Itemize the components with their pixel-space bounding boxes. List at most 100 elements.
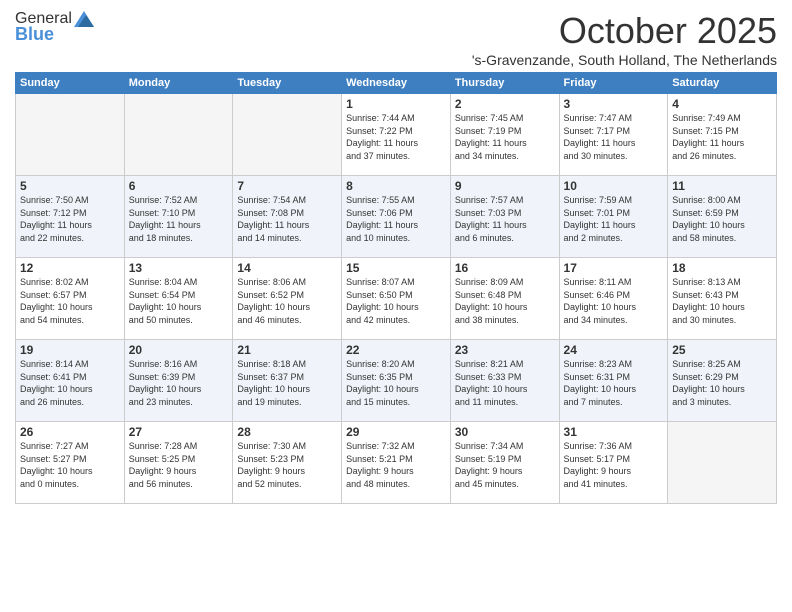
day-number: 7	[237, 179, 337, 193]
logo-blue-text: Blue	[15, 24, 54, 45]
day-number: 10	[564, 179, 664, 193]
day-number: 14	[237, 261, 337, 275]
day-info: Sunrise: 7:59 AM Sunset: 7:01 PM Dayligh…	[564, 194, 664, 244]
day-number: 26	[20, 425, 120, 439]
day-number: 19	[20, 343, 120, 357]
table-row: 6Sunrise: 7:52 AM Sunset: 7:10 PM Daylig…	[124, 176, 233, 258]
header-sunday: Sunday	[16, 73, 125, 94]
table-row: 30Sunrise: 7:34 AM Sunset: 5:19 PM Dayli…	[450, 422, 559, 504]
day-info: Sunrise: 8:21 AM Sunset: 6:33 PM Dayligh…	[455, 358, 555, 408]
day-info: Sunrise: 7:54 AM Sunset: 7:08 PM Dayligh…	[237, 194, 337, 244]
logo: General Blue	[15, 10, 94, 45]
table-row: 22Sunrise: 8:20 AM Sunset: 6:35 PM Dayli…	[342, 340, 451, 422]
day-number: 28	[237, 425, 337, 439]
header-tuesday: Tuesday	[233, 73, 342, 94]
header-saturday: Saturday	[668, 73, 777, 94]
table-row: 5Sunrise: 7:50 AM Sunset: 7:12 PM Daylig…	[16, 176, 125, 258]
table-row	[16, 94, 125, 176]
day-number: 30	[455, 425, 555, 439]
location-title: 's-Gravenzande, South Holland, The Nethe…	[472, 52, 777, 68]
day-info: Sunrise: 8:00 AM Sunset: 6:59 PM Dayligh…	[672, 194, 772, 244]
calendar-week-row: 26Sunrise: 7:27 AM Sunset: 5:27 PM Dayli…	[16, 422, 777, 504]
table-row: 10Sunrise: 7:59 AM Sunset: 7:01 PM Dayli…	[559, 176, 668, 258]
day-number: 31	[564, 425, 664, 439]
day-info: Sunrise: 8:02 AM Sunset: 6:57 PM Dayligh…	[20, 276, 120, 326]
header-wednesday: Wednesday	[342, 73, 451, 94]
day-info: Sunrise: 8:16 AM Sunset: 6:39 PM Dayligh…	[129, 358, 229, 408]
day-number: 23	[455, 343, 555, 357]
table-row: 3Sunrise: 7:47 AM Sunset: 7:17 PM Daylig…	[559, 94, 668, 176]
day-number: 11	[672, 179, 772, 193]
table-row: 21Sunrise: 8:18 AM Sunset: 6:37 PM Dayli…	[233, 340, 342, 422]
day-number: 24	[564, 343, 664, 357]
table-row: 8Sunrise: 7:55 AM Sunset: 7:06 PM Daylig…	[342, 176, 451, 258]
day-number: 13	[129, 261, 229, 275]
day-info: Sunrise: 8:23 AM Sunset: 6:31 PM Dayligh…	[564, 358, 664, 408]
day-number: 15	[346, 261, 446, 275]
table-row: 28Sunrise: 7:30 AM Sunset: 5:23 PM Dayli…	[233, 422, 342, 504]
table-row: 15Sunrise: 8:07 AM Sunset: 6:50 PM Dayli…	[342, 258, 451, 340]
day-info: Sunrise: 8:25 AM Sunset: 6:29 PM Dayligh…	[672, 358, 772, 408]
logo-icon	[74, 11, 94, 27]
day-info: Sunrise: 7:45 AM Sunset: 7:19 PM Dayligh…	[455, 112, 555, 162]
day-number: 3	[564, 97, 664, 111]
table-row: 2Sunrise: 7:45 AM Sunset: 7:19 PM Daylig…	[450, 94, 559, 176]
day-info: Sunrise: 7:52 AM Sunset: 7:10 PM Dayligh…	[129, 194, 229, 244]
table-row: 29Sunrise: 7:32 AM Sunset: 5:21 PM Dayli…	[342, 422, 451, 504]
day-info: Sunrise: 8:11 AM Sunset: 6:46 PM Dayligh…	[564, 276, 664, 326]
header: General Blue October 2025 's-Gravenzande…	[15, 10, 777, 68]
day-number: 4	[672, 97, 772, 111]
table-row: 11Sunrise: 8:00 AM Sunset: 6:59 PM Dayli…	[668, 176, 777, 258]
table-row	[668, 422, 777, 504]
table-row: 20Sunrise: 8:16 AM Sunset: 6:39 PM Dayli…	[124, 340, 233, 422]
day-number: 17	[564, 261, 664, 275]
day-number: 29	[346, 425, 446, 439]
day-info: Sunrise: 7:55 AM Sunset: 7:06 PM Dayligh…	[346, 194, 446, 244]
table-row: 9Sunrise: 7:57 AM Sunset: 7:03 PM Daylig…	[450, 176, 559, 258]
day-info: Sunrise: 7:28 AM Sunset: 5:25 PM Dayligh…	[129, 440, 229, 490]
day-number: 5	[20, 179, 120, 193]
table-row: 25Sunrise: 8:25 AM Sunset: 6:29 PM Dayli…	[668, 340, 777, 422]
calendar-week-row: 19Sunrise: 8:14 AM Sunset: 6:41 PM Dayli…	[16, 340, 777, 422]
day-number: 8	[346, 179, 446, 193]
day-number: 27	[129, 425, 229, 439]
page: General Blue October 2025 's-Gravenzande…	[0, 0, 792, 612]
day-info: Sunrise: 7:27 AM Sunset: 5:27 PM Dayligh…	[20, 440, 120, 490]
calendar-table: Sunday Monday Tuesday Wednesday Thursday…	[15, 72, 777, 504]
day-info: Sunrise: 8:07 AM Sunset: 6:50 PM Dayligh…	[346, 276, 446, 326]
day-info: Sunrise: 8:13 AM Sunset: 6:43 PM Dayligh…	[672, 276, 772, 326]
day-number: 21	[237, 343, 337, 357]
day-info: Sunrise: 7:44 AM Sunset: 7:22 PM Dayligh…	[346, 112, 446, 162]
table-row: 13Sunrise: 8:04 AM Sunset: 6:54 PM Dayli…	[124, 258, 233, 340]
day-info: Sunrise: 7:30 AM Sunset: 5:23 PM Dayligh…	[237, 440, 337, 490]
day-info: Sunrise: 7:47 AM Sunset: 7:17 PM Dayligh…	[564, 112, 664, 162]
day-info: Sunrise: 7:34 AM Sunset: 5:19 PM Dayligh…	[455, 440, 555, 490]
header-thursday: Thursday	[450, 73, 559, 94]
day-info: Sunrise: 8:09 AM Sunset: 6:48 PM Dayligh…	[455, 276, 555, 326]
day-number: 20	[129, 343, 229, 357]
day-number: 25	[672, 343, 772, 357]
day-info: Sunrise: 8:18 AM Sunset: 6:37 PM Dayligh…	[237, 358, 337, 408]
table-row: 7Sunrise: 7:54 AM Sunset: 7:08 PM Daylig…	[233, 176, 342, 258]
table-row: 17Sunrise: 8:11 AM Sunset: 6:46 PM Dayli…	[559, 258, 668, 340]
day-info: Sunrise: 7:57 AM Sunset: 7:03 PM Dayligh…	[455, 194, 555, 244]
table-row: 27Sunrise: 7:28 AM Sunset: 5:25 PM Dayli…	[124, 422, 233, 504]
day-number: 22	[346, 343, 446, 357]
day-info: Sunrise: 7:49 AM Sunset: 7:15 PM Dayligh…	[672, 112, 772, 162]
table-row: 14Sunrise: 8:06 AM Sunset: 6:52 PM Dayli…	[233, 258, 342, 340]
day-number: 9	[455, 179, 555, 193]
table-row: 4Sunrise: 7:49 AM Sunset: 7:15 PM Daylig…	[668, 94, 777, 176]
table-row: 19Sunrise: 8:14 AM Sunset: 6:41 PM Dayli…	[16, 340, 125, 422]
table-row: 23Sunrise: 8:21 AM Sunset: 6:33 PM Dayli…	[450, 340, 559, 422]
month-title: October 2025	[472, 10, 777, 52]
day-info: Sunrise: 8:20 AM Sunset: 6:35 PM Dayligh…	[346, 358, 446, 408]
calendar-header-row: Sunday Monday Tuesday Wednesday Thursday…	[16, 73, 777, 94]
day-info: Sunrise: 8:14 AM Sunset: 6:41 PM Dayligh…	[20, 358, 120, 408]
table-row: 26Sunrise: 7:27 AM Sunset: 5:27 PM Dayli…	[16, 422, 125, 504]
day-info: Sunrise: 8:04 AM Sunset: 6:54 PM Dayligh…	[129, 276, 229, 326]
calendar-week-row: 12Sunrise: 8:02 AM Sunset: 6:57 PM Dayli…	[16, 258, 777, 340]
day-number: 1	[346, 97, 446, 111]
day-number: 18	[672, 261, 772, 275]
table-row: 18Sunrise: 8:13 AM Sunset: 6:43 PM Dayli…	[668, 258, 777, 340]
table-row	[124, 94, 233, 176]
